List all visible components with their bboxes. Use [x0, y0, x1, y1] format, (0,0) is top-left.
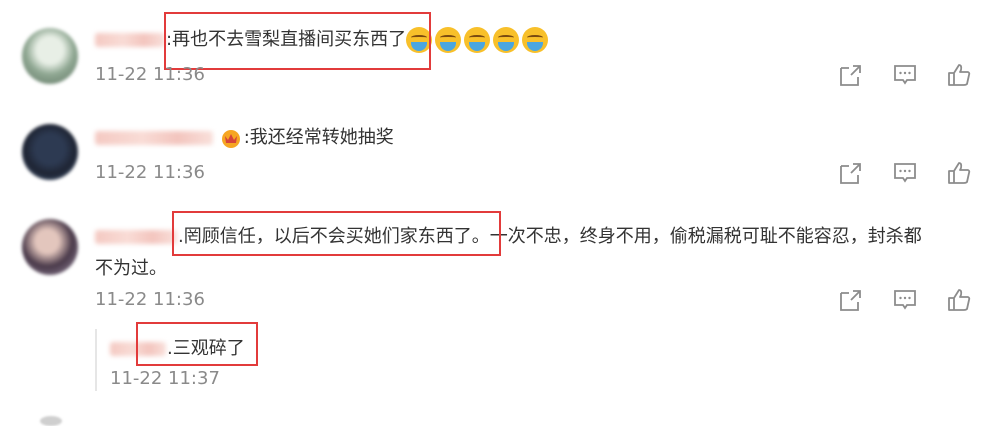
timestamp: 11-22 11:36 [95, 162, 205, 183]
avatar[interactable] [22, 124, 78, 180]
reply-timestamp: 11-22 11:37 [110, 368, 220, 389]
timestamp: 11-22 11:36 [95, 64, 205, 85]
comment-text-continued: 不为过。 [95, 258, 167, 279]
comment-item: :我还经常转她抽奖 11-22 11:36 [0, 110, 1000, 205]
like-icon[interactable] [946, 62, 972, 88]
comment-item: :再也不去雪梨直播间买东西了 11-22 11:36 [0, 0, 1000, 110]
like-icon[interactable] [946, 287, 972, 313]
crying-emoji-icon [522, 27, 549, 53]
comment-item: .罔顾信任，以后不会买她们家东西了。一次不忠，终身不用，偷税漏税可耻不能容忍，封… [0, 205, 1000, 421]
highlight-box [164, 12, 431, 70]
timestamp: 11-22 11:36 [95, 289, 205, 310]
crown-badge-icon [221, 130, 240, 148]
crying-emoji-icon [464, 27, 491, 53]
username-blurred[interactable] [95, 230, 177, 244]
share-icon[interactable] [838, 62, 864, 88]
comment-actions [838, 160, 972, 186]
comment-icon[interactable] [892, 62, 918, 88]
username-blurred[interactable] [95, 131, 213, 145]
comment-text: 一次不忠，终身不用，偷税漏税可耻不能容忍，封杀都 [489, 226, 922, 247]
comment-actions [838, 62, 972, 88]
highlight-box [172, 211, 501, 256]
avatar[interactable] [22, 219, 78, 275]
highlight-box [136, 322, 258, 366]
crying-emoji-icon [435, 27, 462, 53]
comment-icon[interactable] [892, 160, 918, 186]
comment-line: :我还经常转她抽奖 [95, 124, 394, 152]
comment-line-2: 不为过。 [95, 255, 167, 283]
avatar [40, 416, 62, 426]
share-icon[interactable] [838, 287, 864, 313]
avatar[interactable] [22, 28, 78, 84]
comment-icon[interactable] [892, 287, 918, 313]
username-blurred[interactable] [95, 33, 165, 47]
crying-emoji-icon [493, 27, 520, 53]
like-icon[interactable] [946, 160, 972, 186]
reply-indicator-bar [95, 329, 97, 391]
share-icon[interactable] [838, 160, 864, 186]
comment-text: :我还经常转她抽奖 [243, 127, 394, 148]
comment-actions [838, 287, 972, 313]
